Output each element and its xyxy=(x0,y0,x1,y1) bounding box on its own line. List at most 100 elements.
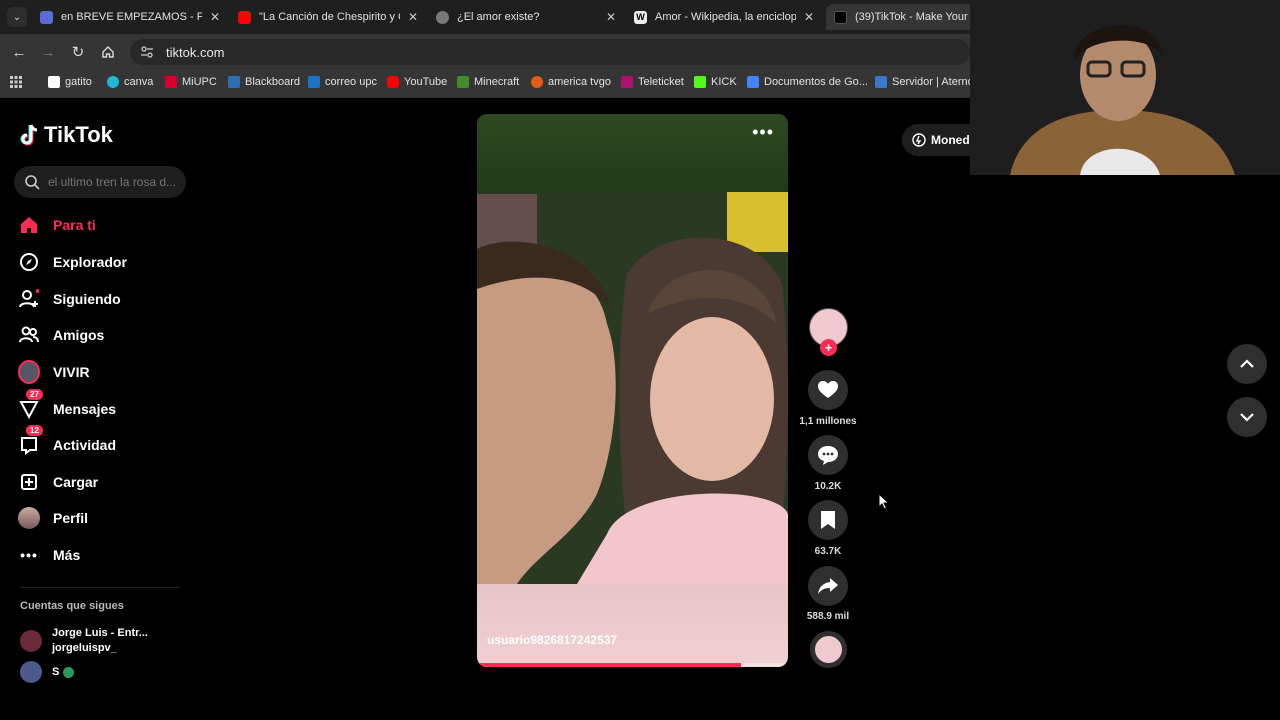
tab-active[interactable]: (39)TikTok - Make Your Day xyxy=(826,4,976,30)
account-name: Jorge Luis - Entr... xyxy=(52,627,148,639)
bookmark-label: YouTube xyxy=(404,76,448,88)
heart-icon xyxy=(818,381,838,398)
bookmark-item[interactable]: correo upc xyxy=(308,76,377,88)
forward-icon[interactable]: → xyxy=(39,43,57,61)
bookmark-icon xyxy=(531,76,543,88)
bookmark-label: Blackboard xyxy=(245,76,301,88)
avatar xyxy=(20,630,42,652)
live-icon xyxy=(18,360,40,384)
live-indicator-icon xyxy=(63,666,75,678)
bookmark-label: Teleticket xyxy=(638,76,684,88)
bookmark-item[interactable]: Servidor | Aternos xyxy=(875,76,979,88)
share-button[interactable] xyxy=(808,566,848,606)
nav-item-para-ti[interactable]: Para ti xyxy=(18,212,96,238)
close-icon[interactable]: ✕ xyxy=(606,10,616,24)
bookmark-item[interactable]: america tvgo xyxy=(531,76,611,88)
youtube-icon xyxy=(238,10,251,24)
previous-video-button[interactable] xyxy=(1227,344,1267,384)
share-count: 588.9 mil xyxy=(806,611,850,622)
comment-button[interactable] xyxy=(808,435,848,475)
nav-item-siguiendo[interactable]: Siguiendo xyxy=(18,286,121,312)
apps-icon[interactable] xyxy=(10,76,22,88)
video-player[interactable]: ••• usuario9826817242537 xyxy=(477,114,788,667)
nav-item-perfil[interactable]: Perfil xyxy=(18,505,88,531)
bookmark-item[interactable]: YouTube xyxy=(387,76,447,88)
bookmark-item[interactable]: KICK xyxy=(694,76,737,88)
nav-label: Cargar xyxy=(53,474,99,490)
video-author[interactable]: usuario9826817242537 xyxy=(487,633,617,647)
following-account[interactable]: S xyxy=(20,661,75,683)
next-video-button[interactable] xyxy=(1227,397,1267,437)
music-disc-icon[interactable] xyxy=(810,631,847,668)
search-icon xyxy=(25,175,40,190)
tab-title: Amor - Wikipedia, la enciclopedia xyxy=(655,11,796,23)
nav-label: Actividad xyxy=(53,437,117,453)
sidebar-divider xyxy=(20,587,180,588)
nav-item-mensajes[interactable]: 27 Mensajes xyxy=(18,389,116,422)
close-icon[interactable]: ✕ xyxy=(804,10,814,24)
tab-search-button[interactable]: ⌄ xyxy=(7,7,27,27)
nav-label: Para ti xyxy=(53,217,96,233)
close-icon[interactable]: ✕ xyxy=(408,10,418,24)
url-text: tiktok.com xyxy=(166,44,225,60)
bookmark-item[interactable]: gatito xyxy=(48,76,92,88)
bookmark-icon xyxy=(48,76,60,88)
back-icon[interactable]: ← xyxy=(10,43,28,61)
like-button[interactable] xyxy=(808,370,848,410)
tab-title: ¿El amor existe? xyxy=(457,11,540,23)
bookmark-item[interactable]: Blackboard xyxy=(228,76,300,88)
site-settings-icon[interactable] xyxy=(140,45,154,59)
nav-label: Más xyxy=(53,547,81,563)
bookmark-label: MiUPC xyxy=(182,76,217,88)
search-box[interactable] xyxy=(14,166,186,198)
tab[interactable]: "La Canción de Chespirito y Gracias" ✕ xyxy=(230,4,426,30)
tab-title: "La Canción de Chespirito y Gracias" xyxy=(259,11,400,23)
url-field[interactable]: tiktok.com xyxy=(130,39,970,65)
bookmark-icon xyxy=(308,76,320,88)
bookmark-label: KICK xyxy=(711,76,737,88)
nav-item-explorador[interactable]: Explorador xyxy=(18,249,127,275)
like-count: 1,1 millones xyxy=(799,416,857,427)
bookmark-icon xyxy=(228,76,240,88)
bookmark-item[interactable]: Documentos de Go... xyxy=(747,76,868,88)
nav-label: Perfil xyxy=(53,510,89,526)
youtube-icon xyxy=(387,76,399,88)
video-progress-bar[interactable] xyxy=(477,663,788,667)
bookmark-label: Minecraft xyxy=(474,76,520,88)
save-button[interactable] xyxy=(808,500,848,540)
tab[interactable]: en BREVE EMPEZAMOS - Pizarra ✕ xyxy=(32,4,228,30)
follow-plus-icon[interactable]: + xyxy=(820,339,837,356)
more-icon: ••• xyxy=(20,547,38,563)
bookmark-icon xyxy=(107,76,119,88)
profile-icon xyxy=(18,507,40,529)
nav-item-cargar[interactable]: Cargar xyxy=(18,469,98,495)
tab[interactable]: W Amor - Wikipedia, la enciclopedia ✕ xyxy=(626,4,822,30)
nav-item-mas[interactable]: ••• Más xyxy=(18,542,80,568)
tab[interactable]: ¿El amor existe? ✕ xyxy=(428,4,624,30)
friends-icon xyxy=(18,324,40,346)
bookmark-icon xyxy=(747,76,759,88)
bookmark-icon xyxy=(694,76,706,88)
close-icon[interactable]: ✕ xyxy=(210,10,220,24)
nav-item-amigos[interactable]: Amigos xyxy=(18,322,104,348)
nav-item-vivir[interactable]: VIVIR xyxy=(18,359,90,385)
save-count: 63.7K xyxy=(814,546,842,557)
more-options-icon[interactable]: ••• xyxy=(752,122,774,143)
bookmark-item[interactable]: Minecraft xyxy=(457,76,519,88)
nav-label: VIVIR xyxy=(53,364,90,380)
compass-icon xyxy=(18,251,40,273)
search-input[interactable] xyxy=(48,175,178,189)
activity-icon: 12 xyxy=(18,425,43,456)
following-account[interactable]: Jorge Luis - Entr... jorgeluispv_ xyxy=(20,626,148,656)
tiktok-icon xyxy=(834,10,847,24)
tiktok-logo[interactable]: TikTok xyxy=(20,122,113,148)
home-icon[interactable] xyxy=(99,43,117,61)
nav-item-actividad[interactable]: 12 Actividad xyxy=(18,425,117,458)
bookmark-item[interactable]: canva xyxy=(107,76,153,88)
nav-label: Explorador xyxy=(53,254,127,270)
reload-icon[interactable]: ↻ xyxy=(69,43,87,61)
bookmark-item[interactable]: Teleticket xyxy=(621,76,684,88)
openai-icon xyxy=(436,10,449,24)
webcam-image xyxy=(970,0,1280,175)
bookmark-item[interactable]: MiUPC xyxy=(165,76,217,88)
